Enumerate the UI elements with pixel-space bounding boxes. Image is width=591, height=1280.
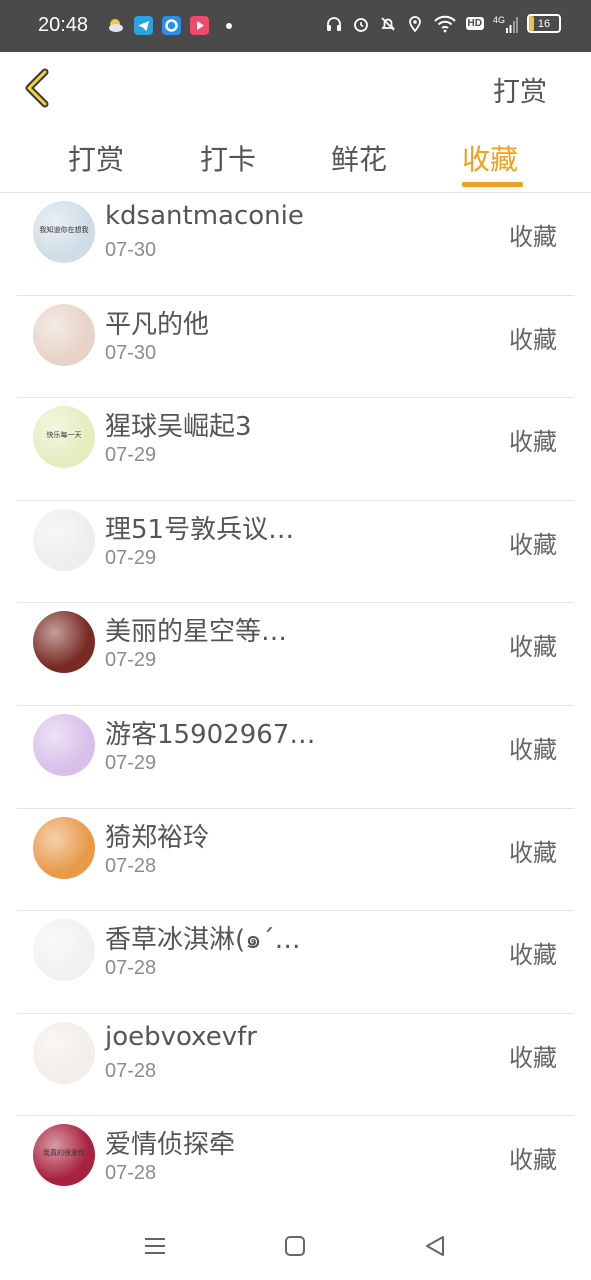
avatar[interactable]	[33, 919, 95, 982]
location-icon	[406, 15, 424, 33]
wifi-icon	[433, 15, 457, 33]
favorite-date: 07-30	[105, 341, 157, 364]
list-item[interactable]: 香草冰淇淋(๑´… 07-28 收藏	[17, 911, 574, 1014]
avatar[interactable]	[33, 303, 95, 366]
user-name[interactable]: 美丽的星空等…	[105, 611, 287, 648]
list-item[interactable]: 游客15902967… 07-29 收藏	[17, 706, 574, 809]
chevron-left-icon	[25, 68, 49, 108]
list-item[interactable]: joebvoxevfr 07-28 收藏	[17, 1014, 574, 1117]
list-item[interactable]: 快乐每一天 猩球吴崛起3 07-29 收藏	[17, 398, 574, 501]
user-name[interactable]: 平凡的他	[105, 304, 209, 341]
header-bar: 打赏	[0, 52, 591, 124]
favorite-date: 07-28	[105, 854, 157, 877]
favorite-date: 07-29	[105, 546, 157, 569]
user-name[interactable]: 游客15902967…	[105, 714, 315, 751]
status-bar: 20:48 HD 4G 16	[0, 0, 591, 52]
home-icon[interactable]	[281, 1232, 309, 1260]
back-button[interactable]	[20, 66, 60, 110]
action-label: 收藏	[509, 325, 557, 354]
list-item[interactable]: 猗郑裕玲 07-28 收藏	[17, 809, 574, 912]
tab-checkin[interactable]: 打卡	[200, 138, 256, 178]
status-time: 20:48	[38, 14, 89, 36]
action-label: 收藏	[509, 428, 557, 457]
user-name[interactable]: joebvoxevfr	[105, 1022, 257, 1052]
bell-muted-icon	[379, 15, 397, 33]
list-item[interactable]: 平凡的他 07-30 收藏	[17, 296, 574, 399]
favorite-date: 07-28	[105, 1059, 157, 1082]
weather-icon	[106, 16, 125, 35]
avatar[interactable]: 我知道你在想我	[33, 201, 95, 263]
avatar[interactable]	[33, 611, 95, 674]
action-label: 收藏	[509, 1146, 557, 1175]
telegram-icon	[134, 16, 153, 35]
action-label: 收藏	[509, 633, 557, 662]
headphones-icon	[325, 15, 343, 33]
list-item[interactable]: 理51号敦兵议… 07-29 收藏	[17, 501, 574, 604]
more-notifications-dot	[226, 22, 232, 29]
list-item[interactable]: 我知道你在想我 kdsantmaconie 07-30 收藏	[17, 193, 574, 296]
tab-reward[interactable]: 打赏	[68, 138, 124, 178]
list-item[interactable]: 我真的很爱你 爱情侦探牵 07-28 收藏	[17, 1116, 574, 1219]
menu-icon[interactable]	[141, 1232, 169, 1260]
avatar[interactable]	[33, 1021, 95, 1084]
signal-indicator: 4G	[493, 15, 518, 33]
avatar-caption: 我真的很爱你	[43, 1149, 85, 1158]
signal-icon	[506, 16, 518, 33]
action-label: 收藏	[509, 530, 557, 559]
battery-fill	[529, 16, 534, 31]
favorite-date: 07-30	[105, 239, 157, 261]
favorite-date: 07-28	[105, 957, 157, 980]
back-triangle-icon[interactable]	[421, 1232, 449, 1260]
avatar-caption: 我知道你在想我	[39, 226, 89, 234]
favorite-date: 07-29	[105, 444, 157, 467]
user-name[interactable]: 香草冰淇淋(๑´…	[105, 919, 301, 960]
user-name[interactable]: 猗郑裕玲	[105, 817, 209, 854]
browser-icon	[162, 16, 181, 35]
hd-badge: HD	[465, 17, 484, 30]
action-label: 收藏	[509, 838, 557, 867]
favorite-date: 07-29	[105, 649, 157, 672]
favorite-date: 07-29	[105, 751, 157, 774]
video-app-icon	[190, 16, 209, 35]
avatar[interactable]	[33, 816, 95, 879]
user-name[interactable]: 理51号敦兵议…	[105, 509, 294, 546]
user-name[interactable]: 猩球吴崛起3	[105, 406, 252, 443]
avatar[interactable]: 我真的很爱你	[33, 1124, 95, 1187]
avatar[interactable]: 快乐每一天	[33, 406, 95, 469]
tab-favorites[interactable]: 收藏	[462, 138, 518, 178]
user-name[interactable]: kdsantmaconie	[105, 201, 304, 231]
action-label: 收藏	[509, 223, 557, 251]
avatar[interactable]	[33, 713, 95, 776]
active-tab-indicator	[462, 182, 523, 187]
user-name[interactable]: 爱情侦探牵	[105, 1124, 235, 1161]
action-label: 收藏	[509, 735, 557, 764]
battery-icon: 16	[527, 14, 561, 33]
reward-button[interactable]: 打赏	[493, 70, 547, 109]
system-nav-bar	[0, 1210, 591, 1280]
avatar[interactable]	[33, 508, 95, 571]
battery-percent: 16	[537, 17, 551, 30]
tab-flowers[interactable]: 鲜花	[331, 138, 387, 178]
notification-icons	[106, 16, 232, 35]
list-item[interactable]: 美丽的星空等… 07-29 收藏	[17, 603, 574, 706]
avatar-caption: 快乐每一天	[46, 431, 82, 440]
favorite-date: 07-28	[105, 1162, 157, 1185]
network-type: 4G	[492, 14, 505, 25]
alarm-icon	[352, 15, 370, 33]
favorites-list: 我知道你在想我 kdsantmaconie 07-30 收藏 平凡的他 07-30 收藏 快乐…	[17, 193, 574, 1219]
action-label: 收藏	[509, 941, 557, 970]
system-icons: HD 4G 16	[325, 14, 561, 33]
action-label: 收藏	[509, 1043, 557, 1072]
